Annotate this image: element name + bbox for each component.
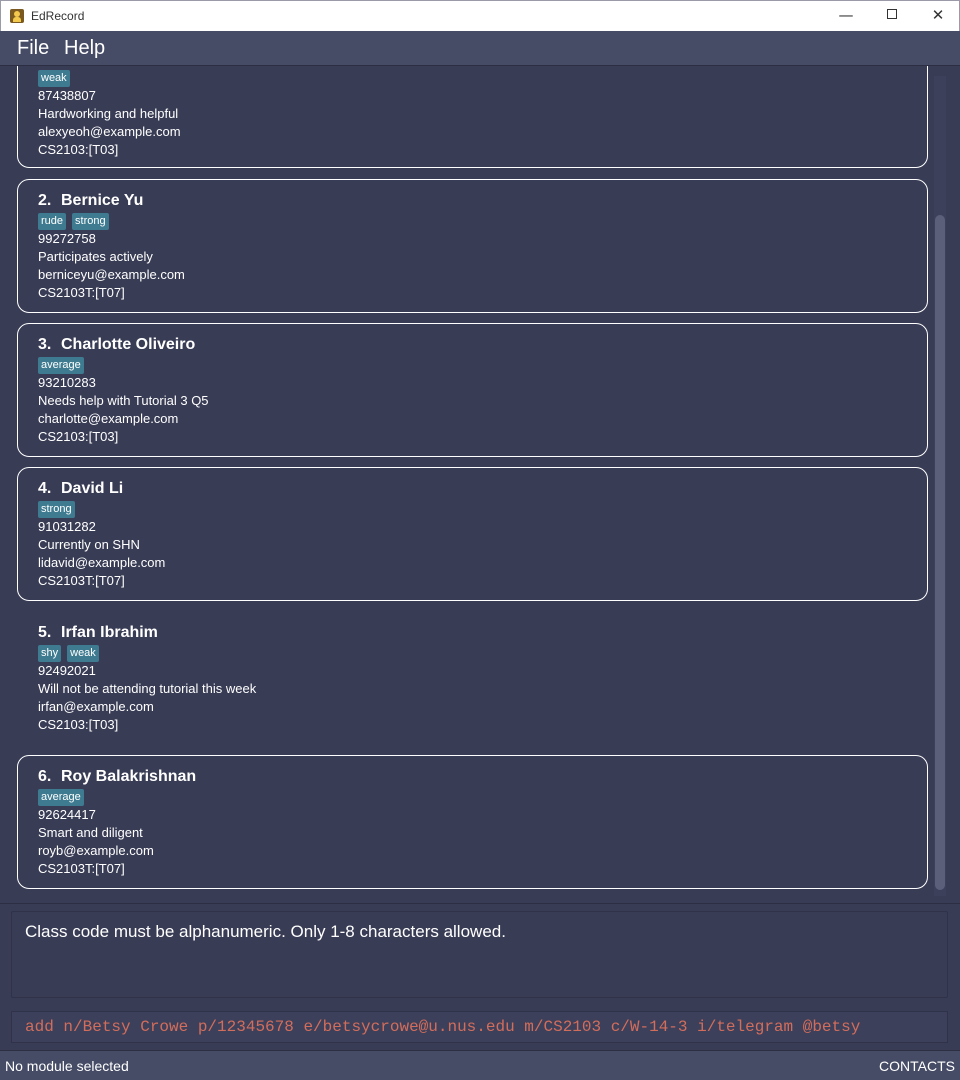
status-bar: No module selected CONTACTS — [0, 1050, 960, 1080]
person-card[interactable]: 5. Irfan Ibrahim shy weak 92492021 Will n… — [17, 611, 928, 745]
tag: average — [38, 357, 84, 374]
module-class: CS2103:[T03] — [38, 429, 119, 444]
person-name-text: Irfan Ibrahim — [61, 624, 158, 641]
scrollbar-thumb[interactable] — [935, 215, 945, 890]
module-class: CS2103T:[T07] — [38, 573, 125, 588]
remark: Participates actively — [38, 249, 153, 264]
person-name-text: Roy Balakrishnan — [61, 768, 197, 785]
result-display: Class code must be alphanumeric. Only 1-… — [11, 911, 948, 998]
person-name: 6. Roy Balakrishnan — [38, 768, 196, 786]
phone: 91031282 — [38, 519, 96, 534]
tag: weak — [67, 645, 99, 662]
tag-list: shy weak — [38, 645, 99, 662]
app-icon — [10, 9, 24, 23]
menu-help[interactable]: Help — [64, 37, 105, 60]
remark: Needs help with Tutorial 3 Q5 — [38, 393, 209, 408]
email: charlotte@example.com — [38, 411, 179, 426]
module-class: CS2103:[T03] — [38, 717, 119, 732]
person-index: 6. — [38, 768, 52, 785]
module-class: CS2103T:[T07] — [38, 861, 125, 876]
module-class: CS2103:[T03] — [38, 142, 119, 157]
window-title: EdRecord — [31, 9, 85, 23]
tag-list: average — [38, 357, 84, 374]
person-index: 3. — [38, 336, 52, 353]
tag-list: rude strong — [38, 213, 109, 230]
person-card[interactable]: 2. Bernice Yu rude strong 99272758 Partic… — [17, 179, 928, 313]
person-index: 5. — [38, 624, 52, 641]
person-name: 2. Bernice Yu — [38, 192, 143, 210]
command-box[interactable] — [11, 1011, 948, 1043]
maximize-icon — [887, 9, 897, 19]
title-bar: EdRecord — ✕ — [0, 0, 960, 31]
remark: Smart and diligent — [38, 825, 143, 840]
tag: rude — [38, 213, 67, 230]
person-name: 3. Charlotte Oliveiro — [38, 336, 195, 354]
tag: shy — [38, 645, 62, 662]
tag-list: strong — [38, 501, 75, 518]
tag-list: average — [38, 789, 84, 806]
menu-bar: File Help — [0, 31, 960, 66]
email: irfan@example.com — [38, 699, 154, 714]
remark: Currently on SHN — [38, 537, 140, 552]
view-mode-status: CONTACTS — [879, 1058, 955, 1074]
email: alexyeoh@example.com — [38, 124, 181, 139]
phone: 92492021 — [38, 663, 96, 678]
close-button[interactable]: ✕ — [915, 1, 960, 31]
person-name: 5. Irfan Ibrahim — [38, 624, 158, 642]
tag: average — [38, 789, 84, 806]
remark: Hardworking and helpful — [38, 106, 179, 121]
minimize-button[interactable]: — — [823, 1, 869, 31]
person-list[interactable]: weak 87438807 Hardworking and helpful al… — [0, 66, 960, 904]
person-name-text: David Li — [61, 480, 124, 497]
phone: 99272758 — [38, 231, 96, 246]
person-name-text: Bernice Yu — [61, 192, 144, 209]
person-name: 4. David Li — [38, 480, 123, 498]
person-card[interactable]: 3. Charlotte Oliveiro average 93210283 Ne… — [17, 323, 928, 457]
tag-list: weak — [38, 70, 70, 87]
result-message: Class code must be alphanumeric. Only 1-… — [25, 922, 506, 941]
email: berniceyu@example.com — [38, 267, 185, 282]
person-name-text: Charlotte Oliveiro — [61, 336, 196, 353]
command-input[interactable] — [12, 1012, 947, 1042]
tag: strong — [72, 213, 109, 230]
person-index: 4. — [38, 480, 52, 497]
email: lidavid@example.com — [38, 555, 166, 570]
maximize-button[interactable] — [869, 1, 915, 31]
phone: 92624417 — [38, 807, 96, 822]
person-index: 2. — [38, 192, 52, 209]
tag: strong — [38, 501, 75, 518]
person-card[interactable]: 4. David Li strong 91031282 Currently on … — [17, 467, 928, 601]
remark: Will not be attending tutorial this week — [38, 681, 257, 696]
tag: weak — [38, 70, 70, 87]
module-class: CS2103T:[T07] — [38, 285, 125, 300]
phone: 93210283 — [38, 375, 96, 390]
person-card[interactable]: weak 87438807 Hardworking and helpful al… — [17, 66, 928, 168]
phone: 87438807 — [38, 88, 96, 103]
menu-file[interactable]: File — [17, 37, 49, 60]
email: royb@example.com — [38, 843, 154, 858]
selected-module-status: No module selected — [5, 1058, 129, 1074]
person-card[interactable]: 6. Roy Balakrishnan average 92624417 Smar… — [17, 755, 928, 889]
